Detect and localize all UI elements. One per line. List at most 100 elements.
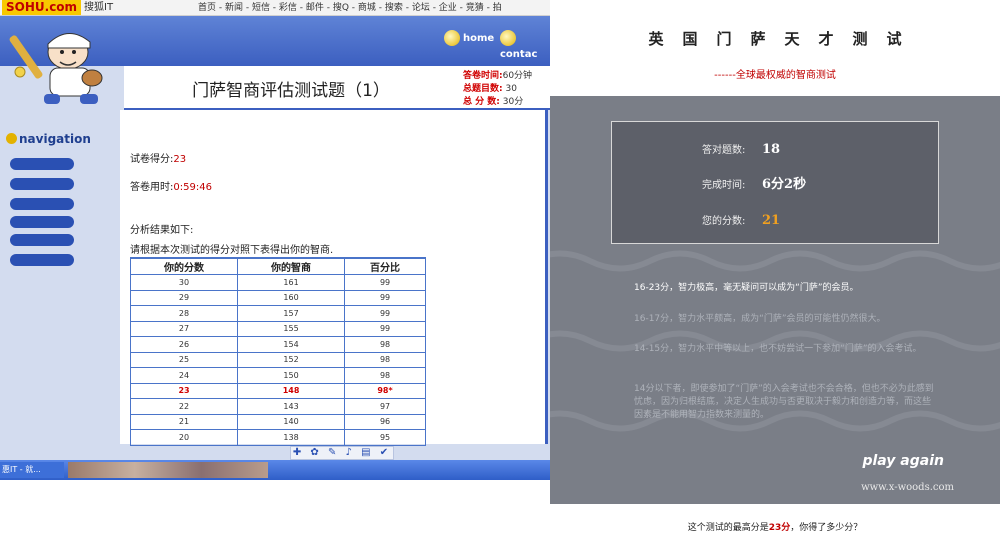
table-cell: 24 [129,367,239,384]
table-cell: 98 [344,336,426,353]
time-label: 答卷用时: [130,182,174,193]
taskbar-item[interactable]: 惠IT - 就... [0,462,64,478]
sohu-top-bar: SOHU.com 搜狐IT 首页 - 新闻 - 短信 - 彩信 - 邮件 - 搜… [0,0,550,16]
meta-row-questions: 总题目数: 30 [463,81,517,94]
iq-table: 你的分数 你的智商 百分比 30 161 99 29 160 99 28 157 99 27 155… [129,257,426,446]
instruction-text: 请根据本次测试的得分对照下表得出你的智商. [130,245,334,256]
table-cell: 98 [344,351,426,368]
table-cell: 140 [237,413,346,430]
contact-button[interactable]: contac [500,30,550,60]
test-title: 英国门萨天才测试 [648,30,921,48]
table-header-row: 你的分数 你的智商 百分比 [129,257,426,275]
table-row: 22 143 97 [129,398,426,415]
table-cell: 154 [237,336,346,353]
analysis-paragraph: 14分以下者，即使参加了“门萨”的入会考试也不会合格，但也不必为此感到忧虑，因为… [634,384,934,420]
table-cell: 155 [237,320,346,337]
score-line: 试卷得分:23 [130,150,186,165]
table-cell: 28 [129,305,239,322]
table-cell: 99 [344,320,426,337]
table-cell: 23 [129,382,239,399]
tennis-ball-icon [444,30,460,46]
table-row: 23 148 98* [129,382,426,399]
play-again-button[interactable]: play again [862,453,944,469]
table-row: 30 161 99 [129,274,426,291]
col-header: 你的智商 [237,257,346,275]
table-row: 25 152 98 [129,351,426,368]
table-cell: 138 [237,429,346,446]
table-row: 26 154 98 [129,336,426,353]
result-content: 试卷得分:23 答卷用时:0:59:46 分析结果如下: 请根据本次测试的得分对… [120,110,548,446]
tennis-ball-icon [6,133,17,144]
exam-meta: 答卷时间:60分钟 总题目数: 30 总 分 数: 30分 [458,66,550,110]
sohu-top-nav[interactable]: 首页 - 新闻 - 短信 - 彩信 - 邮件 - 搜Q - 商城 - 搜索 - … [198,1,502,15]
table-row: 21 140 96 [129,413,426,430]
result-panel: 答对题数: 18 完成时间: 6分2秒 您的分数: 21 16-23分，智力极高，毫无… [550,96,1000,504]
footer-highest: 23分 [768,523,791,533]
nav-item-4[interactable] [10,216,74,228]
table-cell: 98 [344,367,426,384]
table-cell: 99 [344,274,426,291]
left-screenshot: SOHU.com 搜狐IT 首页 - 新闻 - 短信 - 彩信 - 邮件 - 搜… [0,0,550,480]
result-box: 答对题数: 18 完成时间: 6分2秒 您的分数: 21 [611,121,939,244]
score-label: 试卷得分: [130,154,174,165]
analysis-paragraph: 16-17分，智力水平颇高，成为“门萨”会员的可能性仍然很大。 [634,314,886,324]
time-value: 0:59:46 [173,182,212,193]
taskbar-thumbnail[interactable] [68,462,268,478]
table-row: 29 160 99 [129,289,426,306]
meta-key: 总题目数: [463,84,503,94]
result-time: 完成时间: 6分2秒 [702,173,806,192]
nav-item-3[interactable] [10,198,74,210]
score-value: 23 [173,154,187,165]
meta-row-total: 总 分 数: 30分 [463,94,523,107]
table-cell: 97 [344,398,426,415]
table-row: 27 155 99 [129,320,426,337]
contact-label: contac [500,49,538,60]
table-cell: 27 [129,320,239,337]
meta-row-time: 答卷时间:60分钟 [463,68,532,81]
table-cell: 157 [237,305,346,322]
table-cell: 161 [237,274,346,291]
result-score: 您的分数: 21 [702,209,780,228]
table-cell: 21 [129,413,239,430]
table-row: 20 138 95 [129,429,426,446]
table-cell: 96 [344,413,426,430]
result-key: 您的分数: [702,216,746,227]
table-cell: 98* [344,382,426,399]
nav-item-1[interactable] [10,158,74,170]
navigation-label: navigation [19,132,91,146]
meta-key: 答卷时间: [463,71,503,81]
wave-decoration [550,250,1000,272]
sohu-it-label[interactable]: 搜狐IT [84,1,113,15]
nav-item-2[interactable] [10,178,74,190]
baseball-mascot-icon [9,33,103,104]
sohu-logo[interactable]: SOHU.com [2,0,82,15]
home-button[interactable]: home [444,30,494,46]
result-correct: 答对题数: 18 [702,138,780,157]
browser-toolbar[interactable]: ✚ ✿ ✎ ♪ ▤ ✔ [290,446,394,460]
table-cell: 20 [129,429,239,446]
footer-suffix: ，你得了多少分？ [790,523,863,533]
page-title: 门萨智商评估测试题（1） [192,81,390,101]
nav-item-6[interactable] [10,254,74,266]
site-url[interactable]: www.x-woods.com [861,482,954,493]
title-box: 门萨智商评估测试题（1） [124,66,458,110]
nav-item-5[interactable] [10,234,74,246]
table-cell: 99 [344,289,426,306]
home-label: home [463,33,495,44]
table-cell: 26 [129,336,239,353]
meta-value: 60分钟 [502,71,533,81]
test-subtitle: ------全球最权威的智商测试 [714,70,836,81]
time-line: 答卷用时:0:59:46 [130,178,212,193]
footer-text: 这个测试的最高分是23分，你得了多少分？ [550,520,1000,533]
analysis-paragraph: 16-23分，智力极高，毫无疑问可以成为“门萨”的会员。 [634,283,859,293]
navigation-title: navigation [6,132,91,146]
result-key: 完成时间: [702,180,746,191]
table-cell: 148 [237,382,346,399]
result-key: 答对题数: [702,145,746,156]
result-value: 6分2秒 [762,177,807,192]
tennis-ball-icon [500,30,516,46]
table-cell: 30 [129,274,239,291]
table-cell: 143 [237,398,346,415]
result-value: 18 [762,142,781,157]
analysis-paragraph: 14-15分，智力水平中等以上，也不妨尝试一下参加“门萨”的入会考试。 [634,344,922,354]
